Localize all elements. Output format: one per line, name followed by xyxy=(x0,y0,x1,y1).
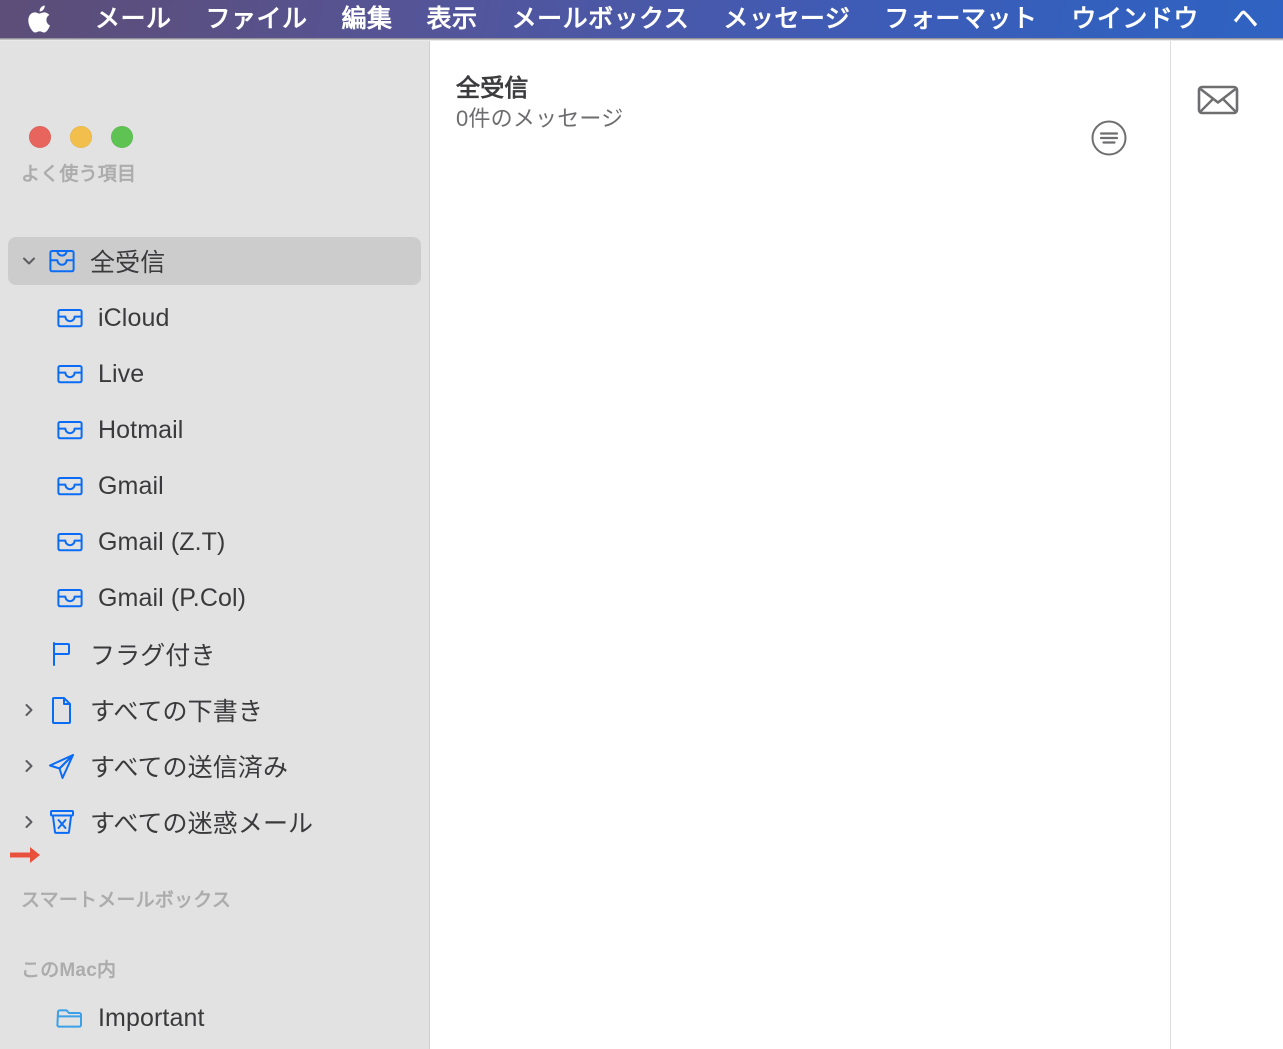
sidebar-item-label: Hotmail xyxy=(98,415,184,444)
inbox-icon xyxy=(50,360,90,388)
zoom-button[interactable] xyxy=(111,126,133,148)
inbox-icon xyxy=(50,528,90,556)
message-detail-pane xyxy=(1172,41,1283,1049)
chevron-right-icon[interactable] xyxy=(16,757,42,775)
menu-edit[interactable]: 編集 xyxy=(325,0,410,38)
section-header-favorites: よく使う項目 xyxy=(21,164,137,185)
menu-help[interactable]: ヘ xyxy=(1216,0,1276,38)
sidebar-item-icloud[interactable]: iCloud xyxy=(8,294,421,342)
sidebar-item-label: Gmail xyxy=(98,471,164,500)
message-list-pane: 全受信 0件のメッセージ xyxy=(431,41,1171,1049)
drafts-icon xyxy=(42,695,82,725)
sidebar-item-gmail-pcol[interactable]: Gmail (P.Col) xyxy=(8,574,421,622)
chevron-down-icon[interactable] xyxy=(16,252,42,270)
sidebar-item-gmail[interactable]: Gmail xyxy=(8,462,421,510)
menu-window[interactable]: ウインドウ xyxy=(1054,0,1216,38)
menu-message[interactable]: メッセージ xyxy=(706,0,867,38)
page-title: 全受信 xyxy=(456,75,529,102)
menu-bar-shadow xyxy=(0,38,1283,41)
inbox-icon xyxy=(50,472,90,500)
menu-file[interactable]: ファイル xyxy=(189,0,325,38)
sidebar: よく使う項目 全受信 iCloud Live Hotmail Gmail Gma… xyxy=(0,41,430,1049)
menu-bar: メール ファイル 編集 表示 メールボックス メッセージ フォーマット ウインド… xyxy=(0,0,1283,38)
sort-filter-icon[interactable] xyxy=(1088,117,1130,159)
inbox-icon xyxy=(50,304,90,332)
message-list-header: 全受信 0件のメッセージ xyxy=(431,41,1170,156)
minimize-button[interactable] xyxy=(70,126,92,148)
sidebar-item-label: 全受信 xyxy=(90,249,166,277)
menu-mailbox[interactable]: メールボックス xyxy=(495,0,707,38)
menu-mail[interactable]: メール xyxy=(78,0,189,38)
red-arrow-icon xyxy=(8,841,48,869)
sidebar-item-hotmail[interactable]: Hotmail xyxy=(8,406,421,454)
sidebar-item-label: iCloud xyxy=(98,303,170,332)
sidebar-item-flagged[interactable]: フラグ付き xyxy=(8,630,421,678)
window-controls xyxy=(29,126,133,148)
menu-format[interactable]: フォーマット xyxy=(867,0,1054,38)
sidebar-item-label: フラグ付き xyxy=(90,642,216,670)
inbox-icon xyxy=(42,247,82,275)
message-count-label: 0件のメッセージ xyxy=(456,106,624,131)
chevron-right-icon[interactable] xyxy=(16,813,42,831)
inbox-icon xyxy=(50,584,90,612)
sidebar-item-label: Important xyxy=(98,1003,205,1032)
envelope-icon xyxy=(1196,77,1240,121)
sidebar-item-label: すべての下書き xyxy=(90,698,263,726)
sidebar-item-label: Gmail (P.Col) xyxy=(98,583,247,612)
sidebar-item-label: Gmail (Z.T) xyxy=(98,527,226,556)
sent-icon xyxy=(42,750,82,782)
folder-icon xyxy=(50,1005,90,1031)
sidebar-item-all-sent[interactable]: すべての送信済み xyxy=(8,742,421,790)
sidebar-item-label: すべての迷惑メール xyxy=(90,810,314,838)
section-header-on-my-mac: このMac内 xyxy=(21,960,117,981)
apple-logo-icon[interactable] xyxy=(26,4,52,34)
menu-view[interactable]: 表示 xyxy=(410,0,495,38)
sidebar-item-live[interactable]: Live xyxy=(8,350,421,398)
sidebar-item-label: すべての送信済み xyxy=(90,754,289,782)
close-button[interactable] xyxy=(29,126,51,148)
chevron-right-icon[interactable] xyxy=(16,701,42,719)
message-list-empty-area xyxy=(431,146,1170,1049)
sidebar-item-important[interactable]: Important xyxy=(8,994,421,1042)
flag-icon xyxy=(42,640,82,668)
sidebar-item-all-drafts[interactable]: すべての下書き xyxy=(8,686,421,734)
junk-icon xyxy=(42,807,82,837)
section-header-smart-mailboxes: スマートメールボックス xyxy=(21,890,232,911)
sidebar-item-gmail-zt[interactable]: Gmail (Z.T) xyxy=(8,518,421,566)
sidebar-item-all-junk[interactable]: すべての迷惑メール xyxy=(8,798,421,846)
sidebar-item-label: Live xyxy=(98,359,145,388)
sidebar-item-all-inboxes[interactable]: 全受信 xyxy=(8,237,421,285)
inbox-icon xyxy=(50,416,90,444)
